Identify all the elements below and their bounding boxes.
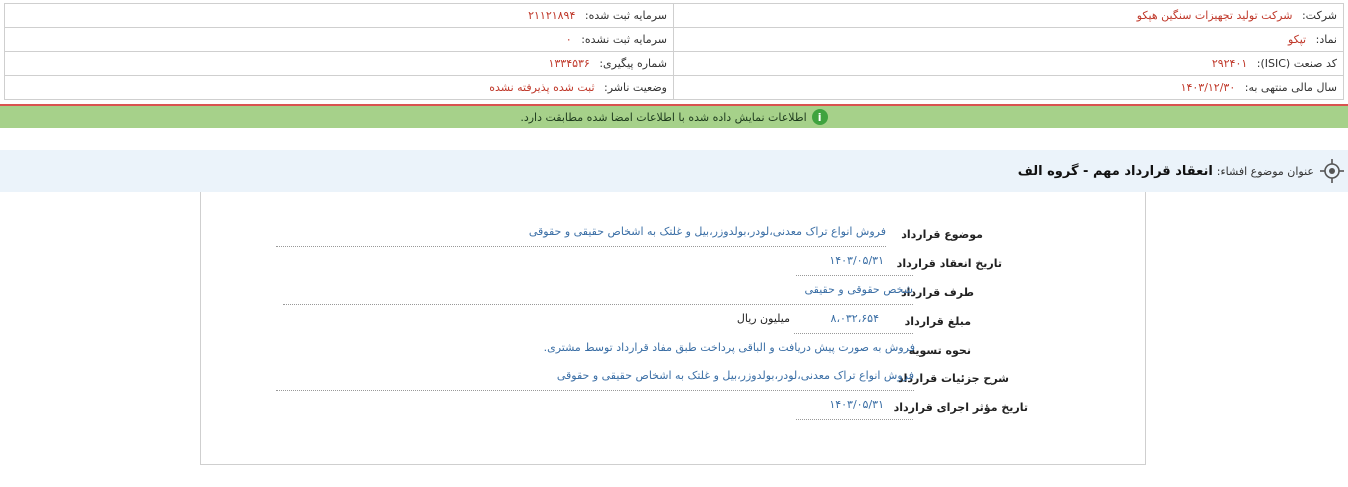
- contract-amount-value: ۸،۰۳۲،۶۵۴: [830, 312, 879, 325]
- subject-label: عنوان موضوع افشاء:: [1216, 164, 1314, 178]
- subject-bar: عنوان موضوع افشاء: انعقاد قرارداد مهم - …: [0, 150, 1348, 192]
- isic-cell: کد صنعت (ISIC): ۲۹۲۴۰۱: [673, 51, 1344, 76]
- company-label: شرکت:: [1301, 9, 1337, 22]
- publisher-status-cell: وضعیت ناشر: ثبت شده پذیرفته نشده: [4, 75, 674, 100]
- info-row: شرکت: شرکت تولید تجهیزات سنگین هپکو سرما…: [4, 3, 1344, 28]
- contract-details-value: فروش انواع تراک معدنی،لودر،بولدوزر،بیل و…: [556, 369, 914, 382]
- publisher-status-label: وضعیت ناشر:: [604, 81, 667, 94]
- contract-amount-label: مبلغ قرارداد: [904, 315, 971, 328]
- fiscal-year-label: سال مالی منتهی به:: [1244, 81, 1337, 94]
- contract-amount-row: مبلغ قرارداد ۸،۰۳۲،۶۵۴ میلیون ریال: [722, 306, 971, 334]
- contract-date-value: ۱۴۰۳/۰۵/۳۱: [829, 254, 884, 267]
- publisher-status-value: ثبت شده پذیرفته نشده: [489, 81, 595, 94]
- contract-subject-row: موضوع قرارداد فروش انواع تراک معدنی،لودر…: [276, 219, 983, 247]
- contract-party-underline: [283, 304, 913, 305]
- symbol-cell: نماد: تپکو: [673, 27, 1344, 52]
- fiscal-year-cell: سال مالی منتهی به: ۱۴۰۳/۱۲/۳۰: [673, 75, 1344, 100]
- contract-date-underline: [796, 275, 913, 276]
- contract-amount-underline: [794, 333, 913, 334]
- contract-details-row: شرح جزئیات قرارداد فروش انواع تراک معدنی…: [276, 363, 1009, 391]
- info-row: سال مالی منتهی به: ۱۴۰۳/۱۲/۳۰ وضعیت ناشر…: [4, 75, 1344, 100]
- verification-message: اطلاعات نمایش داده شده با اطلاعات امضا ش…: [520, 110, 807, 124]
- registered-capital-label: سرمایه ثبت شده:: [584, 9, 667, 22]
- contract-details-underline: [276, 390, 914, 391]
- fiscal-year-value: ۱۴۰۳/۱۲/۳۰: [1180, 81, 1236, 94]
- contract-date-label: تاریخ انعقاد قرارداد: [896, 257, 1002, 270]
- company-cell: شرکت: شرکت تولید تجهیزات سنگین هپکو: [673, 3, 1344, 28]
- info-check-icon: i: [811, 109, 828, 125]
- registered-capital-value: ۲۱۱۲۱۸۹۴: [528, 9, 576, 22]
- isic-value: ۲۹۲۴۰۱: [1211, 57, 1248, 70]
- symbol-label: نماد:: [1315, 33, 1337, 46]
- contract-subject-label: موضوع قرارداد: [901, 228, 983, 241]
- settlement-row: نحوه تسویه فروش به صورت پیش دریافت و الب…: [544, 335, 971, 363]
- contract-subject-underline: [276, 246, 886, 247]
- unregistered-capital-value: ۰: [565, 33, 572, 46]
- registered-capital-cell: سرمایه ثبت شده: ۲۱۱۲۱۸۹۴: [4, 3, 674, 28]
- company-value: شرکت تولید تجهیزات سنگین هپکو: [1136, 9, 1293, 22]
- contract-party-row: طرف قرارداد شخص حقوقی و حقیقی: [283, 277, 974, 305]
- target-icon: [1320, 159, 1344, 183]
- contract-amount-unit: میلیون ریال: [736, 312, 790, 325]
- company-info-table: شرکت: شرکت تولید تجهیزات سنگین هپکو سرما…: [4, 3, 1344, 100]
- info-row: کد صنعت (ISIC): ۲۹۲۴۰۱ شماره پیگیری: ۱۳۳…: [4, 51, 1344, 76]
- isic-label: کد صنعت (ISIC):: [1256, 57, 1337, 70]
- contract-party-value: شخص حقوقی و حقیقی: [804, 283, 914, 296]
- effective-date-value: ۱۴۰۳/۰۵/۳۱: [829, 398, 884, 411]
- tracking-value: ۱۳۳۴۵۳۶: [548, 57, 590, 70]
- settlement-value: فروش به صورت پیش دریافت و الباقی پرداخت …: [543, 341, 915, 354]
- effective-date-row: تاریخ مؤثر اجرای قرارداد ۱۴۰۳/۰۵/۳۱: [796, 392, 1028, 420]
- effective-date-underline: [796, 419, 913, 420]
- contract-subject-value: فروش انواع تراک معدنی،لودر،بولدوزر،بیل و…: [528, 225, 886, 238]
- unregistered-capital-cell: سرمایه ثبت نشده: ۰: [4, 27, 674, 52]
- effective-date-label: تاریخ مؤثر اجرای قرارداد: [893, 401, 1028, 414]
- info-row: نماد: تپکو سرمایه ثبت نشده: ۰: [4, 27, 1344, 52]
- verification-bar: i اطلاعات نمایش داده شده با اطلاعات امضا…: [0, 106, 1348, 128]
- contract-date-row: تاریخ انعقاد قرارداد ۱۴۰۳/۰۵/۳۱: [796, 248, 1002, 276]
- subject-title: انعقاد قرارداد مهم - گروه الف: [1017, 163, 1213, 179]
- tracking-label: شماره پیگیری:: [599, 57, 667, 70]
- contract-details-label: شرح جزئیات قرارداد: [897, 372, 1009, 385]
- unregistered-capital-label: سرمایه ثبت نشده:: [581, 33, 667, 46]
- settlement-label: نحوه تسویه: [908, 344, 971, 357]
- tracking-cell: شماره پیگیری: ۱۳۳۴۵۳۶: [4, 51, 674, 76]
- symbol-value: تپکو: [1287, 33, 1307, 46]
